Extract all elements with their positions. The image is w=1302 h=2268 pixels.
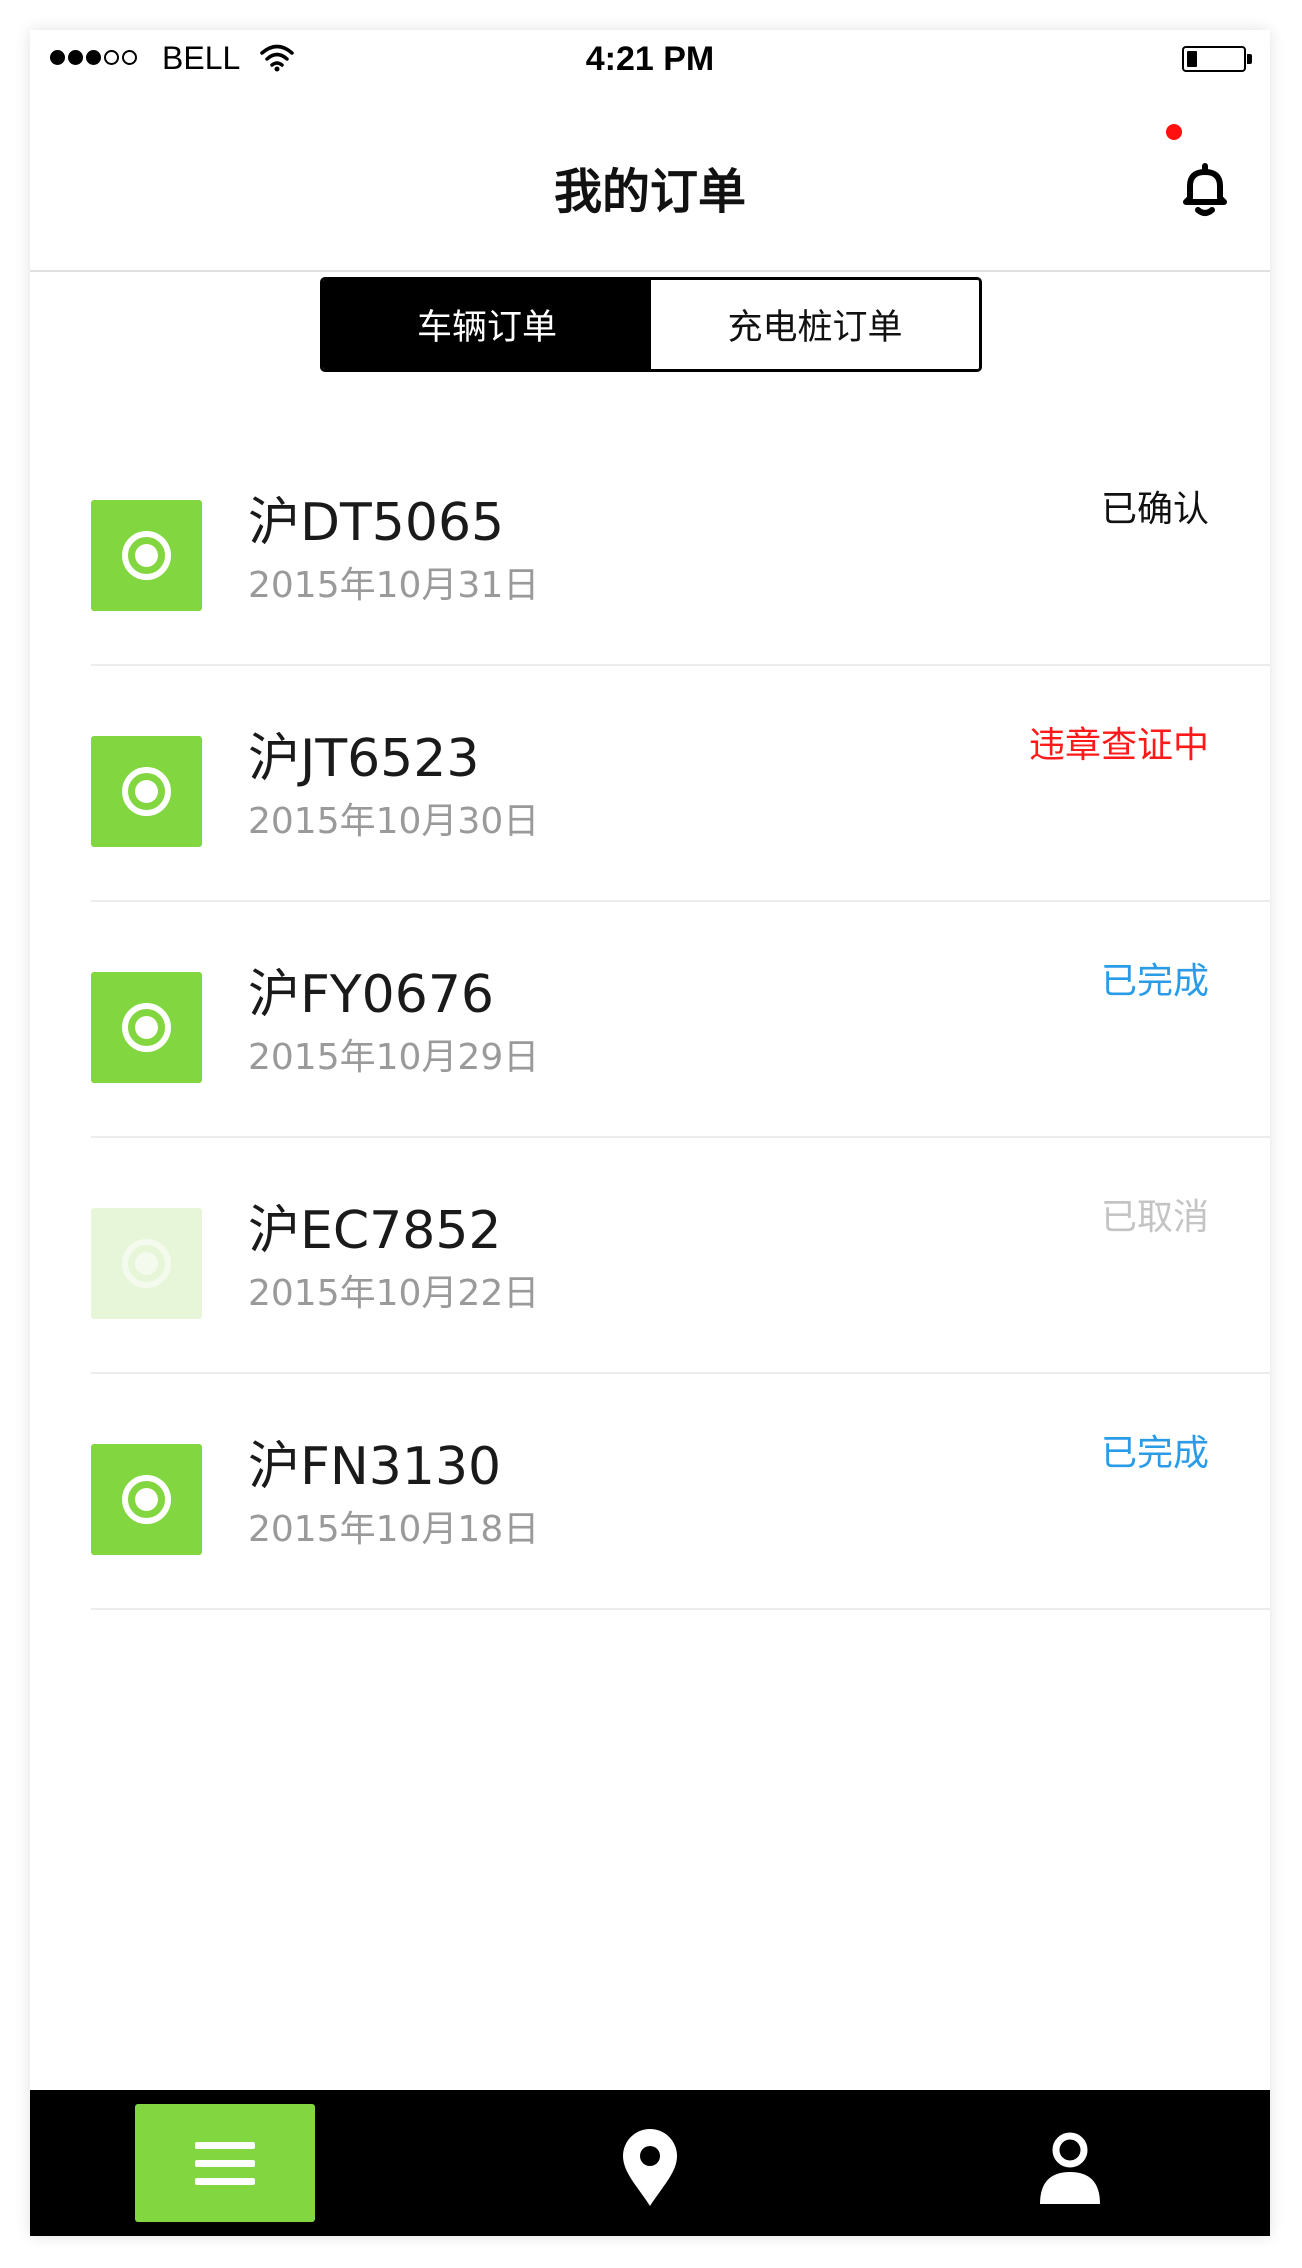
order-status: 已完成 <box>1100 1433 1209 1474</box>
order-icon <box>91 500 202 611</box>
order-row[interactable]: 沪FY0676 2015年10月29日 已完成 <box>30 902 1270 1138</box>
tab-profile[interactable] <box>1030 2128 1110 2208</box>
notification-badge <box>1166 124 1182 140</box>
plate-number: 沪JT6523 <box>248 729 480 789</box>
order-icon <box>91 1444 202 1555</box>
tab-charging-orders[interactable]: 充电桩订单 <box>651 280 979 369</box>
bell-icon <box>1183 163 1227 216</box>
tab-map[interactable] <box>615 2128 685 2208</box>
app-screen: BELL 4:21 PM 我的订单 车辆订单 充电桩订单 沪DT5065 201… <box>30 30 1270 2236</box>
plate-number: 沪FN3130 <box>248 1437 502 1497</box>
plate-number: 沪FY0676 <box>248 965 495 1025</box>
order-date: 2015年10月31日 <box>248 565 540 606</box>
order-date: 2015年10月30日 <box>248 801 540 842</box>
order-status: 已完成 <box>1100 961 1209 1002</box>
battery-level <box>1187 51 1197 67</box>
bottom-tab-bar <box>30 2090 1270 2236</box>
notification-button[interactable] <box>1170 154 1240 224</box>
nav-header: 我的订单 <box>30 92 1270 272</box>
order-icon <box>91 1208 202 1319</box>
order-row[interactable]: 沪FN3130 2015年10月18日 已完成 <box>30 1374 1270 1610</box>
order-status: 已取消 <box>1100 1197 1209 1238</box>
order-date: 2015年10月22日 <box>248 1273 540 1314</box>
order-date: 2015年10月18日 <box>248 1509 540 1550</box>
order-row[interactable]: 沪JT6523 2015年10月30日 违章查证中 <box>30 666 1270 902</box>
tab-vehicle-orders[interactable]: 车辆订单 <box>323 280 651 369</box>
plate-number: 沪DT5065 <box>248 493 505 553</box>
order-type-tabs: 车辆订单 充电桩订单 <box>320 277 982 372</box>
order-status: 违章查证中 <box>1028 725 1209 766</box>
order-icon <box>91 972 202 1083</box>
order-status: 已确认 <box>1100 489 1209 530</box>
location-pin-icon <box>623 2129 677 2206</box>
page-title: 我的订单 <box>553 164 746 220</box>
user-icon <box>1040 2132 1100 2204</box>
clock: 4:21 PM <box>585 40 715 78</box>
plate-number: 沪EC7852 <box>248 1201 502 1261</box>
order-row[interactable]: 沪EC7852 2015年10月22日 已取消 <box>30 1138 1270 1374</box>
order-date: 2015年10月29日 <box>248 1037 540 1078</box>
battery-icon <box>1182 46 1246 72</box>
order-list: 沪DT5065 2015年10月31日 已确认 沪JT6523 2015年10月… <box>30 430 1270 1610</box>
status-bar: BELL 4:21 PM <box>30 30 1270 92</box>
order-icon <box>91 736 202 847</box>
battery-cap <box>1247 54 1252 64</box>
order-row[interactable]: 沪DT5065 2015年10月31日 已确认 <box>30 430 1270 666</box>
row-divider <box>91 1608 1270 1610</box>
tab-orders-menu[interactable] <box>135 2104 315 2222</box>
